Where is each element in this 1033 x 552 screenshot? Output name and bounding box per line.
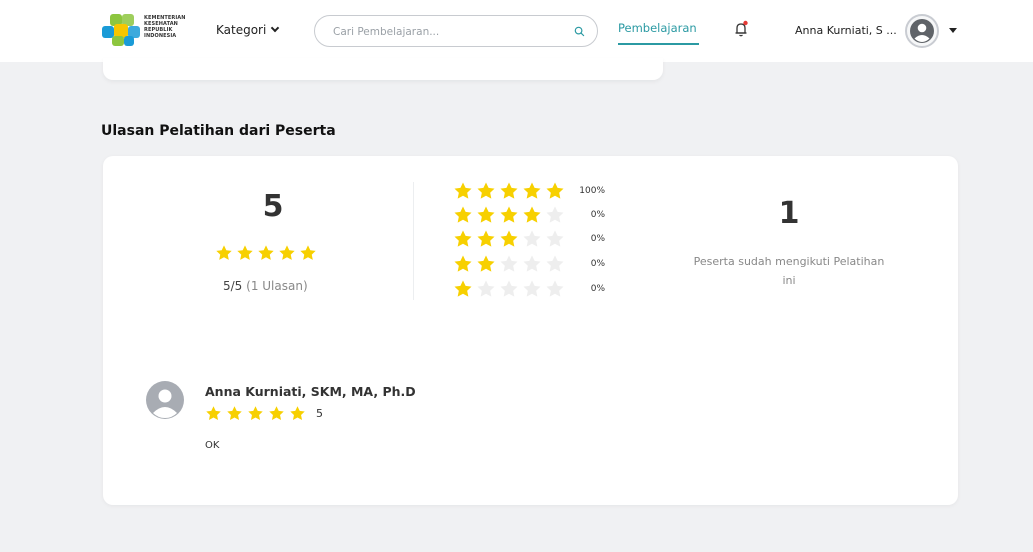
nav-active-indicator [618, 43, 699, 45]
distribution-stars [453, 254, 569, 274]
star-filled-icon [454, 280, 472, 297]
top-navbar: KEMENTERIAN KESEHATAN REPUBLIK INDONESIA… [0, 0, 1033, 62]
star-filled-icon [500, 182, 518, 199]
star-filled-icon [454, 182, 472, 199]
distribution-row: 0% [453, 229, 605, 249]
star-filled-icon [523, 206, 541, 223]
distribution-stars [453, 229, 569, 249]
star-empty-icon [477, 280, 495, 297]
kategori-dropdown[interactable]: Kategori [216, 23, 280, 37]
kemenkes-logo-icon [102, 14, 140, 46]
participants-count: 1 [778, 196, 800, 231]
distribution-row: 0% [453, 254, 605, 274]
star-filled-icon [206, 406, 221, 421]
distribution-stars [453, 205, 569, 225]
kategori-label: Kategori [216, 23, 267, 37]
distribution-percent: 0% [590, 259, 605, 269]
star-filled-icon [523, 182, 541, 199]
previous-card [103, 58, 663, 80]
rating-summary-count: (1 Ulasan) [246, 279, 308, 293]
star-empty-icon [500, 255, 518, 272]
star-filled-icon [454, 230, 472, 247]
star-filled-icon [454, 255, 472, 272]
distribution-percent: 0% [590, 210, 605, 220]
star-empty-icon [546, 206, 564, 223]
distribution-stars [453, 181, 569, 201]
reviewer-stars: 5 [205, 405, 323, 422]
logo-text: KEMENTERIAN KESEHATAN REPUBLIK INDONESIA [144, 15, 186, 39]
average-rating-value: 5 [262, 189, 284, 224]
star-filled-icon [546, 182, 564, 199]
star-filled-icon [279, 245, 295, 260]
distribution-row: 0% [453, 279, 605, 299]
star-filled-icon [500, 230, 518, 247]
star-filled-icon [477, 230, 495, 247]
section-title: Ulasan Pelatihan dari Peserta [101, 123, 336, 139]
bell-icon[interactable] [733, 20, 749, 38]
star-empty-icon [523, 230, 541, 247]
rating-summary-main: 5/5 [223, 279, 243, 293]
kemenkes-logo[interactable]: KEMENTERIAN KESEHATAN REPUBLIK INDONESIA [100, 12, 200, 48]
review-comment: OK [205, 440, 220, 451]
distribution-row: 0% [453, 205, 605, 225]
star-filled-icon [477, 182, 495, 199]
search-bar [314, 15, 598, 47]
distribution-row: 100% [453, 181, 605, 201]
star-filled-icon [300, 245, 316, 260]
star-empty-icon [546, 230, 564, 247]
user-avatar-icon [910, 19, 934, 43]
star-empty-icon [523, 280, 541, 297]
user-name[interactable]: Anna Kurniati, S ... [795, 24, 897, 37]
reviewer-name: Anna Kurniati, SKM, MA, Ph.D [205, 384, 416, 399]
reviewer-score: 5 [316, 407, 323, 420]
distribution-stars [453, 279, 569, 299]
star-empty-icon [546, 280, 564, 297]
user-menu-caret-icon[interactable] [949, 28, 957, 33]
distribution-percent: 0% [590, 284, 605, 294]
reviewer-avatar [146, 381, 184, 419]
review-card: 5 5/5 (1 Ulasan) 100% 0% 0% 0% 0% 1 Pese… [103, 156, 958, 505]
star-empty-icon [546, 255, 564, 272]
search-input[interactable] [333, 23, 563, 40]
star-filled-icon [290, 406, 305, 421]
participants-label: Peserta sudah mengikuti Pelatihan ini [693, 255, 885, 287]
reviewer-avatar-icon [153, 389, 177, 418]
average-rating-stars [215, 244, 317, 262]
distribution-percent: 0% [590, 234, 605, 244]
star-filled-icon [269, 406, 284, 421]
star-filled-icon [227, 406, 242, 421]
star-empty-icon [500, 280, 518, 297]
star-filled-icon [477, 255, 495, 272]
average-rating-summary: 5/5 (1 Ulasan) [223, 279, 308, 293]
star-filled-icon [454, 206, 472, 223]
star-filled-icon [500, 206, 518, 223]
chevron-down-icon [271, 23, 280, 33]
user-avatar[interactable] [905, 14, 939, 48]
divider [413, 182, 414, 300]
star-empty-icon [523, 255, 541, 272]
star-filled-icon [216, 245, 232, 260]
search-icon[interactable] [574, 26, 585, 37]
star-filled-icon [248, 406, 263, 421]
star-filled-icon [258, 245, 274, 260]
nav-pembelajaran[interactable]: Pembelajaran [618, 21, 697, 35]
distribution-percent: 100% [579, 186, 605, 196]
star-filled-icon [237, 245, 253, 260]
star-filled-icon [477, 206, 495, 223]
